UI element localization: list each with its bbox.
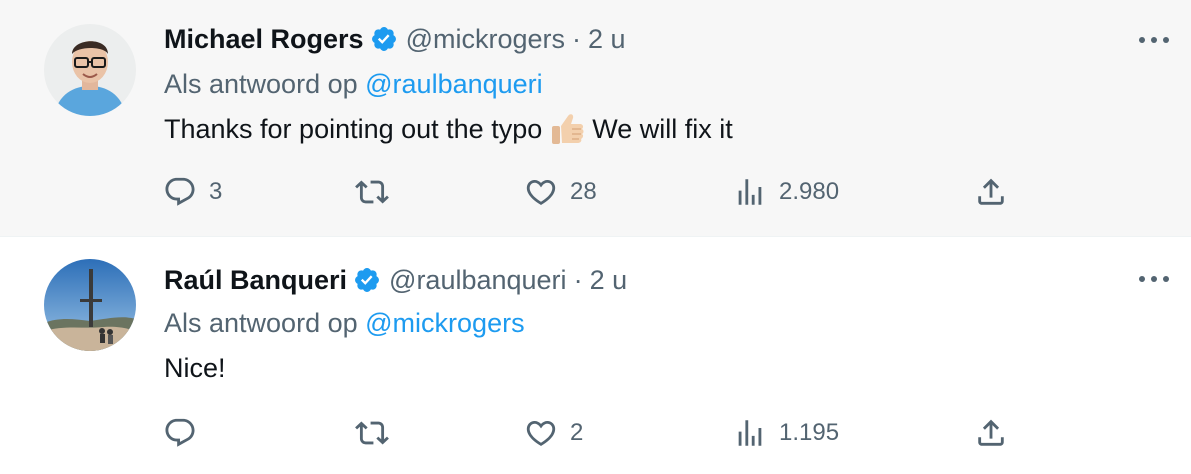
tweet-actions: 3 28 2.980 xyxy=(0,172,1191,212)
thumbs-up-emoji-icon xyxy=(552,114,584,144)
share-icon xyxy=(978,419,1004,446)
retweet-button[interactable] xyxy=(355,413,401,453)
tweet-text-part: Thanks for pointing out the typo xyxy=(164,114,543,144)
like-count: 28 xyxy=(570,178,597,205)
views-button[interactable]: 1.195 xyxy=(733,413,839,453)
tweet-michael-rogers[interactable]: Michael Rogers @mickrogers · 2 u Als ant… xyxy=(0,0,1191,236)
reply-button[interactable] xyxy=(163,413,209,453)
like-button[interactable]: 2 xyxy=(524,413,583,453)
author-handle[interactable]: @mickrogers xyxy=(406,22,565,56)
share-icon xyxy=(978,178,1004,205)
separator-dot: · xyxy=(572,24,581,54)
avatar-image xyxy=(44,24,136,116)
reply-prefix: Als antwoord op xyxy=(164,69,358,99)
reply-button[interactable]: 3 xyxy=(163,172,222,212)
like-button[interactable]: 28 xyxy=(524,172,597,212)
views-icon xyxy=(738,179,762,205)
reply-context: Als antwoord op @mickrogers xyxy=(164,306,525,340)
tweet-header: Michael Rogers @mickrogers · 2 u xyxy=(164,22,626,56)
avatar[interactable] xyxy=(44,259,136,351)
more-icon[interactable] xyxy=(1139,30,1169,50)
tweet-text: Nice! xyxy=(164,351,226,385)
views-icon xyxy=(738,420,762,446)
views-button[interactable]: 2.980 xyxy=(733,172,839,212)
timestamp[interactable]: 2 u xyxy=(590,263,628,297)
separator-dot: · xyxy=(573,265,583,295)
reply-icon xyxy=(165,418,195,447)
avatar[interactable] xyxy=(44,24,136,116)
tweet-text: Thanks for pointing out the typo We will… xyxy=(164,112,733,146)
tweet-header: Raúl Banqueri @raulbanqueri · 2 u xyxy=(164,263,627,297)
author-name[interactable]: Michael Rogers xyxy=(164,22,364,56)
verified-badge-icon xyxy=(371,27,396,51)
reply-prefix: Als antwoord op xyxy=(164,308,358,338)
tweet-text-part: We will fix it xyxy=(592,114,733,144)
like-icon xyxy=(526,179,556,205)
like-count: 2 xyxy=(570,419,584,446)
retweet-icon xyxy=(355,180,389,204)
tweet-actions: 2 1.195 xyxy=(0,413,1191,453)
author-name[interactable]: Raúl Banqueri xyxy=(164,263,347,297)
tweet-text-part: Nice! xyxy=(164,353,226,383)
more-icon[interactable] xyxy=(1139,269,1169,289)
views-count: 1.195 xyxy=(779,419,840,446)
share-button[interactable] xyxy=(974,172,1008,212)
verified-badge-icon xyxy=(355,268,379,292)
share-button[interactable] xyxy=(974,413,1008,453)
views-count: 2.980 xyxy=(779,178,840,205)
retweet-button[interactable] xyxy=(355,172,401,212)
retweet-icon xyxy=(355,421,389,445)
reply-to-mention[interactable]: @mickrogers xyxy=(365,308,524,338)
author-handle[interactable]: @raulbanqueri xyxy=(389,263,567,297)
tweet-raul-banqueri[interactable]: Raúl Banqueri @raulbanqueri · 2 u Als an… xyxy=(0,236,1191,474)
timestamp[interactable]: 2 u xyxy=(588,22,626,56)
reply-context: Als antwoord op @raulbanqueri xyxy=(164,67,543,101)
avatar-image xyxy=(44,259,136,351)
reply-icon xyxy=(165,177,195,206)
reply-to-mention[interactable]: @raulbanqueri xyxy=(365,69,543,99)
reply-count: 3 xyxy=(209,178,223,205)
like-icon xyxy=(526,420,556,446)
